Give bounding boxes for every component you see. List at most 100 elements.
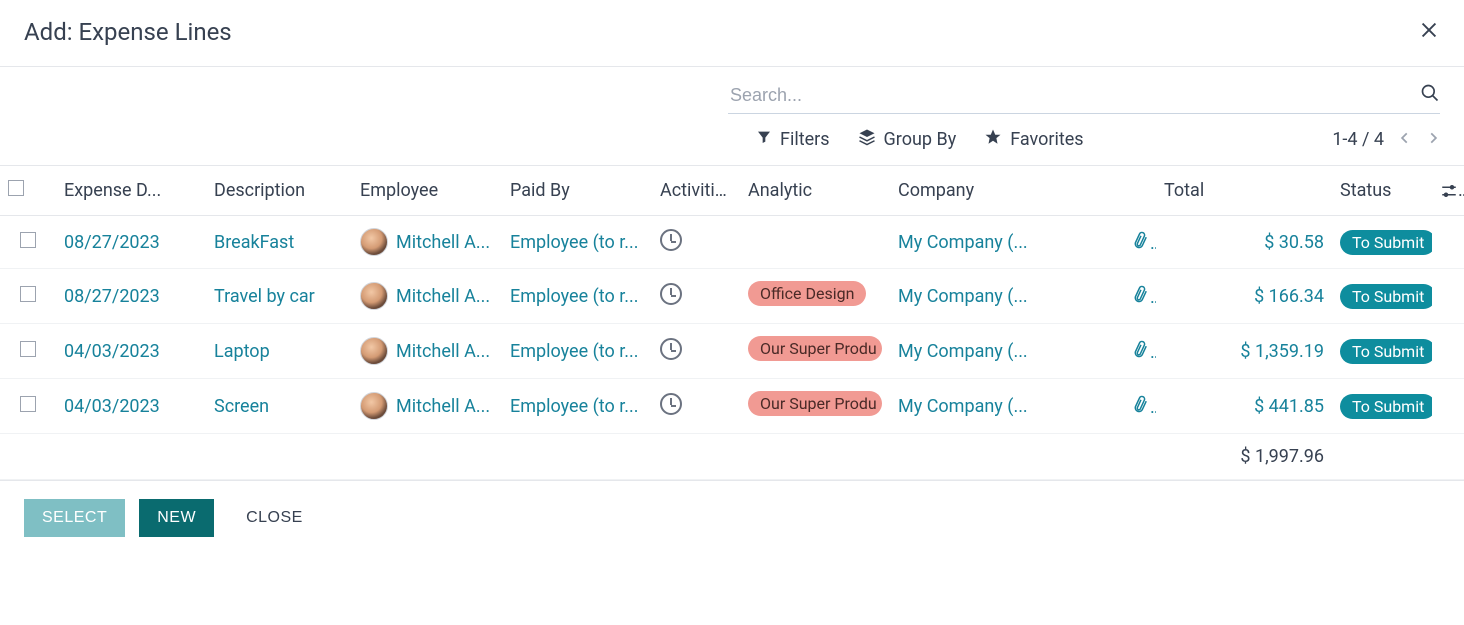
cell-analytic[interactable]: Our Super Produ <box>740 324 890 379</box>
paperclip-icon[interactable] <box>1129 228 1154 256</box>
paperclip-icon[interactable] <box>1129 392 1154 420</box>
cell-status[interactable]: To Submit <box>1332 379 1432 434</box>
modal: Add: Expense Lines Filters Group By Fa <box>0 0 1464 555</box>
expense-table: Expense D... Description Employee Paid B… <box>0 165 1464 480</box>
status-badge: To Submit <box>1340 339 1432 364</box>
col-header-attach <box>1124 166 1156 216</box>
table-row[interactable]: 04/03/2023Laptop Mitchell A... Employee (t… <box>0 324 1464 379</box>
cell-status[interactable]: To Submit <box>1332 216 1432 269</box>
table-row[interactable]: 08/27/2023Travel by carMitchell A...Empl… <box>0 269 1464 324</box>
checkbox-icon[interactable] <box>20 286 36 302</box>
cell-description[interactable]: Laptop <box>206 324 352 379</box>
favorites-button[interactable]: Favorites <box>984 128 1083 151</box>
cell-analytic[interactable] <box>740 216 890 269</box>
table-row[interactable]: 04/03/2023ScreenMitchell A...Employee (t… <box>0 379 1464 434</box>
cell-date[interactable]: 08/27/2023 <box>56 216 206 269</box>
avatar <box>360 392 388 420</box>
star-icon <box>984 128 1002 151</box>
col-header-options[interactable] <box>1432 166 1464 216</box>
pager: 1-4 / 4 <box>1332 129 1440 150</box>
cell-total: $ 30.58 <box>1156 216 1332 269</box>
col-header-total[interactable]: Total <box>1156 166 1332 216</box>
col-header-status[interactable]: Status <box>1332 166 1432 216</box>
cell-activities[interactable] <box>652 216 740 269</box>
new-button[interactable]: NEW <box>139 499 214 537</box>
employee-name: Mitchell A... <box>396 341 490 362</box>
status-badge: To Submit <box>1340 230 1432 255</box>
col-header-employee[interactable]: Employee <box>352 166 502 216</box>
row-checkbox-cell[interactable] <box>0 269 56 324</box>
search-icon[interactable] <box>1420 83 1440 107</box>
col-header-date[interactable]: Expense D... <box>56 166 206 216</box>
cell-attachment[interactable] <box>1124 379 1156 434</box>
cell-status[interactable]: To Submit <box>1332 269 1432 324</box>
select-all-header[interactable] <box>0 166 56 216</box>
checkbox-icon[interactable] <box>8 180 24 196</box>
cell-date[interactable]: 04/03/2023 <box>56 379 206 434</box>
pager-prev-icon[interactable] <box>1398 129 1412 150</box>
cell-analytic[interactable]: Office Design <box>740 269 890 324</box>
cell-company[interactable]: My Company (... <box>890 216 1124 269</box>
sliders-icon[interactable] <box>1440 180 1458 201</box>
select-button[interactable]: SELECT <box>24 499 125 537</box>
cell-employee[interactable]: Mitchell A... <box>352 379 502 434</box>
row-checkbox-cell[interactable] <box>0 216 56 269</box>
col-header-description[interactable]: Description <box>206 166 352 216</box>
cell-employee[interactable]: Mitchell A... <box>352 324 502 379</box>
cell-company[interactable]: My Company (... <box>890 379 1124 434</box>
close-icon[interactable] <box>1418 19 1440 45</box>
col-header-paidby[interactable]: Paid By <box>502 166 652 216</box>
filter-icon <box>756 129 772 150</box>
cell-attachment[interactable] <box>1124 216 1156 269</box>
cell-paidby[interactable]: Employee (to r... <box>502 379 652 434</box>
clock-icon[interactable] <box>660 393 682 415</box>
table-row[interactable]: 08/27/2023BreakFastMitchell A...Employee… <box>0 216 1464 269</box>
cell-options <box>1432 269 1464 324</box>
col-header-analytic[interactable]: Analytic <box>740 166 890 216</box>
analytic-tag[interactable]: Our Super Produ <box>748 391 882 416</box>
cell-employee[interactable]: Mitchell A... <box>352 216 502 269</box>
paperclip-icon[interactable] <box>1129 337 1154 365</box>
checkbox-icon[interactable] <box>20 341 36 357</box>
checkbox-icon[interactable] <box>20 396 36 412</box>
clock-icon[interactable] <box>660 338 682 360</box>
cell-attachment[interactable] <box>1124 324 1156 379</box>
cell-activities[interactable] <box>652 379 740 434</box>
cell-employee[interactable]: Mitchell A... <box>352 269 502 324</box>
cell-paidby[interactable]: Employee (to r... <box>502 269 652 324</box>
filters-button[interactable]: Filters <box>756 129 830 150</box>
cell-activities[interactable] <box>652 269 740 324</box>
col-header-activities[interactable]: Activities <box>652 166 740 216</box>
row-checkbox-cell[interactable] <box>0 324 56 379</box>
cell-date[interactable]: 08/27/2023 <box>56 269 206 324</box>
row-checkbox-cell[interactable] <box>0 379 56 434</box>
cell-activities[interactable] <box>652 324 740 379</box>
favorites-label: Favorites <box>1010 129 1083 150</box>
pager-next-icon[interactable] <box>1426 129 1440 150</box>
cell-paidby[interactable]: Employee (to r... <box>502 216 652 269</box>
cell-paidby[interactable]: Employee (to r... <box>502 324 652 379</box>
search-input[interactable] <box>728 84 1420 107</box>
cell-description[interactable]: Screen <box>206 379 352 434</box>
clock-icon[interactable] <box>660 283 682 305</box>
groupby-button[interactable]: Group By <box>858 128 957 151</box>
modal-header: Add: Expense Lines <box>0 0 1464 67</box>
cell-date[interactable]: 04/03/2023 <box>56 324 206 379</box>
search-row <box>0 67 1464 114</box>
cell-attachment[interactable] <box>1124 269 1156 324</box>
cell-company[interactable]: My Company (... <box>890 269 1124 324</box>
col-header-company[interactable]: Company <box>890 166 1124 216</box>
checkbox-icon[interactable] <box>20 232 36 248</box>
analytic-tag[interactable]: Our Super Produ <box>748 336 882 361</box>
analytic-tag[interactable]: Office Design <box>748 281 866 306</box>
cell-company[interactable]: My Company (... <box>890 324 1124 379</box>
clock-icon[interactable] <box>660 229 682 251</box>
cell-status[interactable]: To Submit <box>1332 324 1432 379</box>
cell-description[interactable]: BreakFast <box>206 216 352 269</box>
close-button[interactable]: CLOSE <box>228 499 321 537</box>
cell-analytic[interactable]: Our Super Produ <box>740 379 890 434</box>
cell-total: $ 166.34 <box>1156 269 1332 324</box>
cell-description[interactable]: Travel by car <box>206 269 352 324</box>
paperclip-icon[interactable] <box>1129 282 1154 310</box>
modal-title: Add: Expense Lines <box>24 18 232 46</box>
